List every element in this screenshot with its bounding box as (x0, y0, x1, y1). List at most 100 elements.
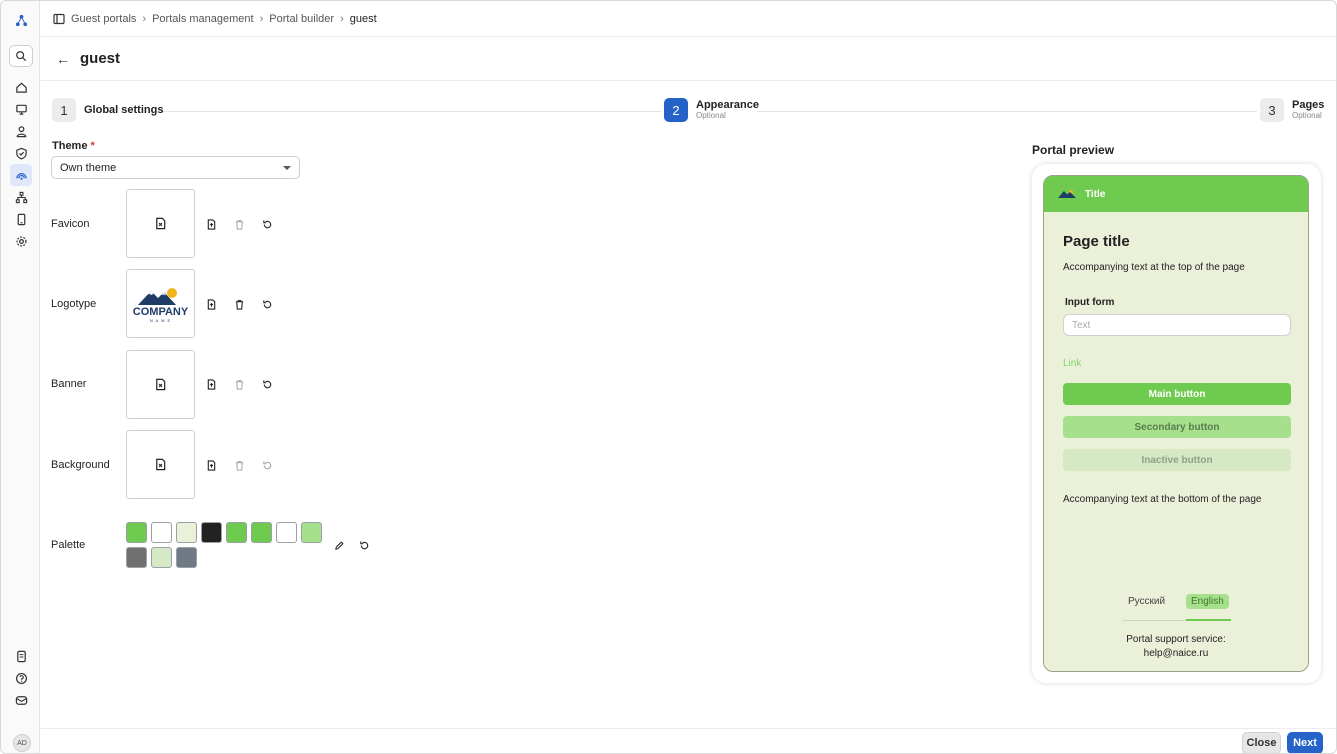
missing-file-icon (156, 378, 166, 391)
guest-portals-icon[interactable] (10, 164, 32, 186)
logotype-upload-box[interactable]: COMPANY N A M E (126, 269, 195, 338)
back-arrow-icon[interactable]: ← (56, 51, 70, 67)
upload-file-icon[interactable] (204, 458, 218, 472)
theme-select-value: Own theme (60, 161, 117, 174)
sidebar: AD (1, 1, 40, 753)
breadcrumb-separator-icon: › (340, 12, 344, 25)
step-global-settings[interactable]: 1 Global settings (52, 98, 163, 122)
step-sublabel: Optional (696, 111, 726, 120)
breadcrumb-guest-portals[interactable]: Guest portals (71, 13, 136, 25)
reset-icon[interactable] (260, 297, 274, 311)
palette-swatch[interactable] (276, 522, 297, 543)
network-topology-icon[interactable] (12, 188, 30, 206)
page-title: guest (80, 50, 121, 67)
trash-icon[interactable] (232, 458, 246, 472)
reset-icon[interactable] (260, 377, 274, 391)
company-logo-mountains-icon (137, 287, 177, 305)
background-label: Background (51, 459, 110, 471)
preview-secondary-button: Secondary button (1063, 416, 1291, 438)
logo-text: COMPANY (132, 305, 189, 318)
breadcrumb-portal-builder[interactable]: Portal builder (269, 13, 334, 25)
preview-logo-icon (1058, 190, 1076, 198)
app-logo-icon[interactable] (12, 11, 30, 29)
palette-swatch[interactable] (201, 522, 222, 543)
preview-top-text: Accompanying text at the top of the page (1063, 262, 1245, 273)
step-number: 3 (1260, 98, 1284, 122)
preview-text-input: Text (1063, 314, 1291, 336)
preview-support-label: Portal support service: (1126, 634, 1226, 645)
logotype-label: Logotype (51, 298, 97, 310)
banner-upload-box[interactable] (126, 350, 195, 419)
required-marker: * (90, 140, 95, 152)
stepper-line (757, 111, 1257, 112)
preview-page-title: Page title (1063, 233, 1130, 250)
shield-icon[interactable] (12, 144, 30, 162)
next-button[interactable]: Next (1287, 732, 1323, 753)
palette-swatch[interactable] (126, 522, 147, 543)
trash-icon[interactable] (232, 217, 246, 231)
trash-icon[interactable] (232, 297, 246, 311)
preview-lang-russian: Русский (1128, 596, 1166, 607)
palette-swatch[interactable] (301, 522, 322, 543)
app-window: AD Guest portals › Portals management › … (0, 0, 1337, 754)
user-avatar[interactable]: AD (13, 734, 31, 752)
edit-pencil-icon[interactable] (332, 538, 346, 552)
upload-file-icon[interactable] (204, 217, 218, 231)
mobile-device-icon[interactable] (12, 210, 30, 228)
preview-lang-english: English (1186, 594, 1229, 609)
palette-swatch[interactable] (126, 547, 147, 568)
step-label: Pages (1292, 99, 1325, 111)
palette-swatch[interactable] (226, 522, 247, 543)
favicon-upload-box[interactable] (126, 189, 195, 258)
logo-subtext: N A M E (149, 317, 172, 323)
reset-icon[interactable] (260, 458, 274, 472)
step-number: 2 (664, 98, 688, 122)
reset-icon[interactable] (260, 217, 274, 231)
missing-file-icon (156, 217, 166, 230)
background-upload-box[interactable] (126, 430, 195, 499)
preview-support-email: help@naice.ru (1143, 648, 1209, 659)
portal-preview-title: Portal preview (1032, 143, 1115, 157)
step-appearance[interactable]: 2 Appearance Optional (664, 98, 759, 122)
upload-file-icon[interactable] (204, 377, 218, 391)
missing-file-icon (156, 458, 166, 471)
settings-gear-icon[interactable] (12, 232, 30, 250)
step-number: 1 (52, 98, 76, 122)
theme-select[interactable]: Own theme (51, 156, 300, 179)
home-icon[interactable] (12, 78, 30, 96)
palette-swatch[interactable] (176, 522, 197, 543)
banner-label: Banner (51, 378, 87, 390)
help-icon[interactable] (12, 669, 30, 687)
sidebar-toggle-icon[interactable] (53, 13, 65, 25)
palette-swatch[interactable] (251, 522, 272, 543)
step-pages[interactable]: 3 Pages Optional (1260, 98, 1324, 122)
palette-swatch[interactable] (151, 547, 172, 568)
portal-preview: Title Page title Accompanying text at th… (1043, 175, 1309, 672)
reset-icon[interactable] (357, 538, 371, 552)
messages-icon[interactable] (12, 691, 30, 709)
breadcrumb-portals-management[interactable]: Portals management (152, 13, 254, 25)
favicon-label: Favicon (51, 218, 90, 230)
step-label: Appearance (696, 99, 759, 111)
lang-active-underline (1186, 619, 1231, 621)
chevron-down-icon (283, 165, 291, 170)
preview-bottom-text: Accompanying text at the bottom of the p… (1063, 494, 1262, 505)
palette-swatch[interactable] (176, 547, 197, 568)
breadcrumb: Guest portals › Portals management › Por… (41, 1, 1336, 37)
preview-header: Title (1044, 176, 1308, 212)
stepper-line (161, 111, 661, 112)
user-icon[interactable] (12, 122, 30, 140)
trash-icon[interactable] (232, 377, 246, 391)
step-label: Global settings (84, 104, 164, 116)
monitor-icon[interactable] (12, 100, 30, 118)
close-button[interactable]: Close (1242, 732, 1281, 753)
palette-swatch[interactable] (151, 522, 172, 543)
preview-form-label: Input form (1065, 297, 1115, 308)
documentation-icon[interactable] (12, 647, 30, 665)
upload-file-icon[interactable] (204, 297, 218, 311)
footer-bar (41, 728, 1336, 753)
theme-label: Theme * (52, 140, 95, 152)
page-header: ← guest (41, 37, 1336, 81)
breadcrumb-separator-icon: › (142, 12, 147, 25)
search-button[interactable] (9, 45, 33, 67)
